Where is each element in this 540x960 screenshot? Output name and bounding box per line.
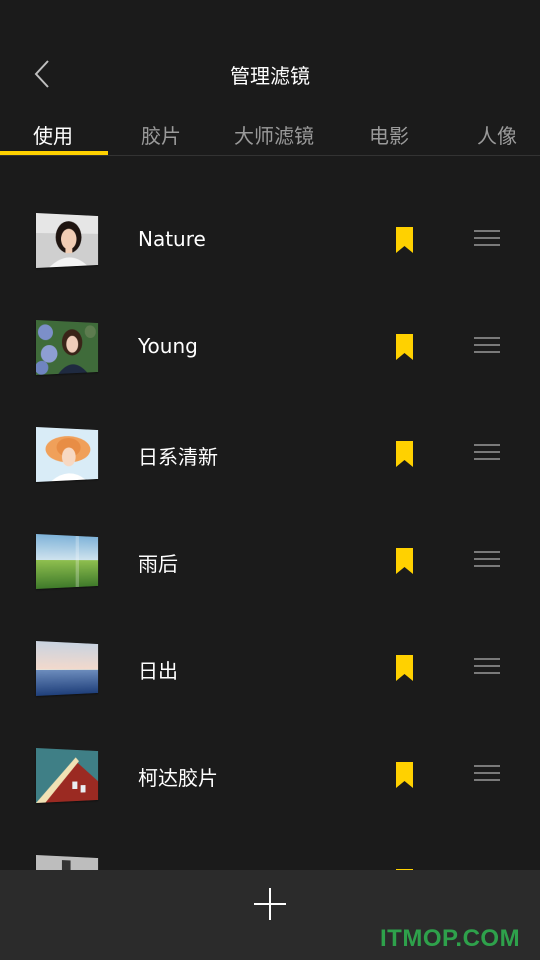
filter-category-tabs: 使用 胶片 大师滤镜 电影 人像 (0, 110, 540, 156)
watermark-logo: ITMOP.COM (380, 925, 521, 952)
bookmark-icon[interactable] (396, 227, 413, 253)
drag-handle-icon[interactable] (474, 443, 500, 463)
tab-master-filters[interactable]: 大师滤镜 (234, 120, 314, 150)
bookmark-icon[interactable] (396, 334, 413, 360)
tab-movie[interactable]: 电影 (369, 120, 409, 150)
drag-handle-icon[interactable] (474, 336, 500, 356)
portrait-woman-icon (36, 213, 99, 268)
filter-row-partial[interactable] (0, 829, 540, 870)
drag-handle-icon[interactable] (474, 657, 500, 677)
filter-row[interactable]: Young (0, 294, 540, 401)
bookmark-icon[interactable] (396, 762, 413, 788)
drag-handle-icon[interactable] (474, 229, 500, 249)
bottom-bar: ITMOP.COM (0, 870, 540, 960)
filter-name: 日系清新 (138, 445, 218, 469)
manage-filters-screen: 管理滤镜 使用 胶片 大师滤镜 电影 人像 Nature Young 日系清新 … (0, 0, 540, 960)
bookmark-icon[interactable] (396, 655, 413, 681)
add-filter-button[interactable] (249, 883, 291, 925)
active-tab-indicator (0, 151, 108, 155)
drag-handle-icon[interactable] (474, 764, 500, 784)
film-still-icon (36, 855, 99, 870)
filter-row[interactable]: 雨后 (0, 508, 540, 615)
tab-portrait[interactable]: 人像 (477, 120, 517, 150)
filter-row[interactable]: 柯达胶片 (0, 722, 540, 829)
filter-name: 日出 (138, 659, 178, 683)
tab-in-use[interactable]: 使用 (33, 120, 73, 150)
tab-film[interactable]: 胶片 (141, 120, 181, 150)
portrait-flowers-icon (36, 320, 99, 375)
bookmark-icon[interactable] (396, 548, 413, 574)
filter-row[interactable]: Nature (0, 187, 540, 294)
filter-name: Nature (138, 227, 206, 251)
header: 管理滤镜 (0, 0, 540, 110)
sea-horizon-icon (36, 641, 99, 696)
filter-name: Young (138, 334, 198, 358)
filter-row[interactable]: 日系清新 (0, 401, 540, 508)
page-title: 管理滤镜 (230, 64, 310, 88)
filter-row[interactable]: 日出 (0, 615, 540, 722)
filter-name: 柯达胶片 (138, 766, 218, 790)
filter-name: 雨后 (138, 552, 178, 576)
drag-handle-icon[interactable] (474, 550, 500, 570)
filter-list[interactable]: Nature Young 日系清新 雨后 日出 柯达胶片 (0, 187, 540, 870)
red-house-icon (36, 748, 99, 803)
grass-field-icon (36, 534, 99, 589)
bookmark-icon[interactable] (396, 441, 413, 467)
portrait-hat-icon (36, 427, 99, 482)
